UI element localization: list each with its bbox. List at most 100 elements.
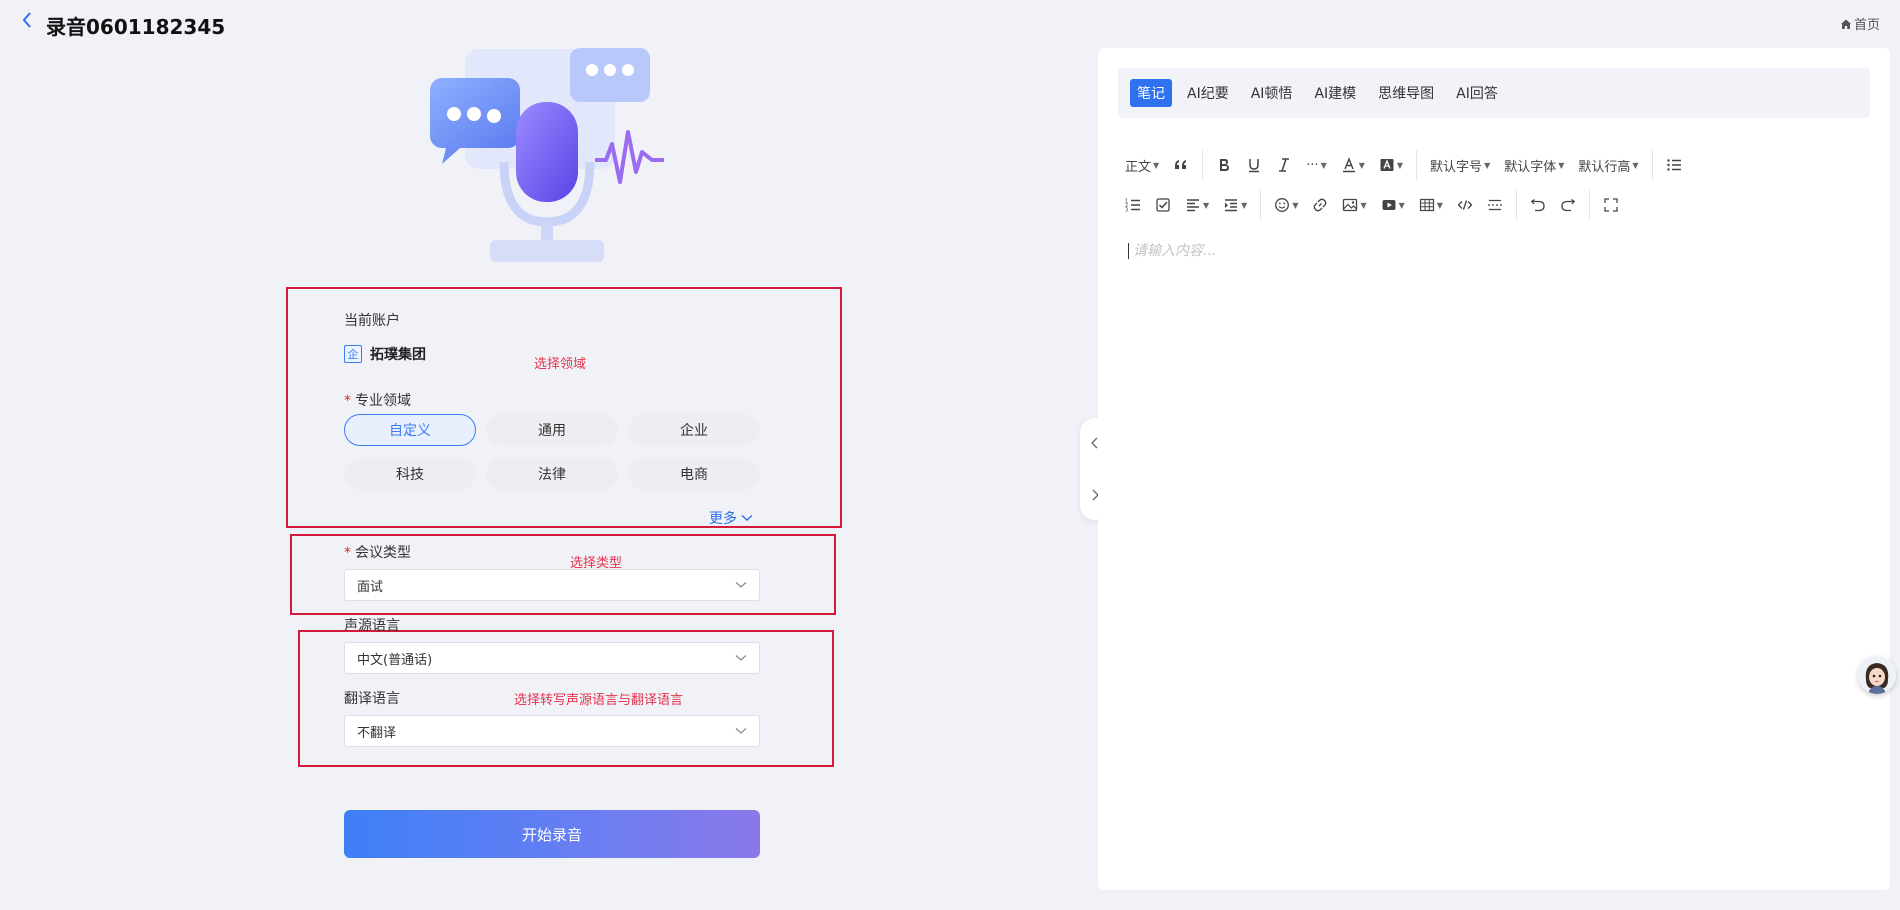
image-dropdown[interactable]: ▼ (1335, 191, 1373, 219)
toolbar-divider (1260, 190, 1262, 220)
tab-mind-map[interactable]: 思维导图 (1371, 79, 1441, 107)
video-icon (1382, 200, 1396, 210)
divider-button[interactable] (1480, 191, 1510, 219)
translate-lang-select[interactable]: 不翻译 (344, 715, 760, 747)
editor-content-area[interactable]: 请输入内容... (1128, 240, 1868, 860)
svg-text:3: 3 (1125, 208, 1128, 214)
numbered-list-button[interactable]: 123 (1118, 191, 1148, 219)
fullscreen-button[interactable] (1596, 191, 1626, 219)
toolbar-divider (1651, 150, 1653, 180)
font-color-icon (1342, 157, 1355, 173)
background-color-icon (1380, 159, 1394, 171)
italic-button[interactable] (1269, 151, 1299, 179)
domain-option-ecommerce[interactable]: 电商 (628, 458, 760, 490)
undo-button[interactable] (1523, 191, 1553, 219)
video-dropdown[interactable]: ▼ (1374, 191, 1412, 219)
chevron-down-icon (735, 655, 747, 661)
tab-notes[interactable]: 笔记 (1130, 79, 1172, 107)
caret-icon: ▼ (1398, 200, 1405, 210)
domain-options: 自定义 通用 企业 科技 法律 电商 (344, 414, 760, 490)
account-name: 拓璞集团 (370, 347, 426, 363)
align-left-icon (1187, 199, 1199, 212)
horizontal-rule-icon (1487, 199, 1502, 211)
todo-list-button[interactable] (1148, 191, 1178, 219)
chevron-down-icon (735, 582, 747, 588)
annotation-label-lang: 选择转写声源语言与翻译语言 (514, 693, 684, 708)
caret-icon: ▼ (1396, 160, 1404, 170)
undo-icon (1530, 198, 1545, 212)
domain-label: * 专业领域 (344, 390, 411, 410)
paragraph-style-label: 正文 (1125, 159, 1152, 175)
tab-ai-insight[interactable]: AI顿悟 (1244, 79, 1300, 107)
home-icon (1840, 19, 1851, 29)
toolbar-divider (1588, 190, 1590, 220)
domain-option-general[interactable]: 通用 (486, 414, 618, 446)
account-label: 当前账户 (344, 313, 400, 329)
caret-icon: ▼ (1320, 160, 1327, 170)
bullet-list-icon (1666, 159, 1681, 171)
caret-icon: ▼ (1436, 200, 1443, 210)
indent-dropdown[interactable]: ▼ (1216, 191, 1254, 219)
font-size-label: 默认字号 (1430, 159, 1483, 175)
source-lang-select[interactable]: 中文(普通话) (344, 642, 760, 674)
paragraph-style-dropdown[interactable]: 正文 ▼ (1118, 151, 1166, 179)
align-dropdown[interactable]: ▼ (1178, 191, 1216, 219)
domain-option-law[interactable]: 法律 (486, 458, 618, 490)
account-display: 企 拓璞集团 (344, 344, 426, 364)
line-height-label: 默认行高 (1578, 159, 1631, 175)
back-arrow-icon[interactable] (20, 10, 34, 30)
required-mark: * (344, 545, 351, 561)
more-label: 更多 (709, 511, 737, 527)
fullscreen-icon (1604, 198, 1618, 212)
image-icon (1343, 198, 1358, 212)
caret-icon: ▼ (1203, 200, 1210, 210)
table-dropdown[interactable]: ▼ (1412, 191, 1450, 219)
caret-icon: ▼ (1360, 200, 1367, 210)
more-format-dropdown[interactable]: ··· ▼ (1299, 151, 1334, 179)
font-family-label: 默认字体 (1504, 159, 1557, 175)
source-lang-label: 声源语言 (344, 618, 400, 634)
italic-icon (1279, 158, 1290, 172)
enterprise-icon: 企 (344, 345, 362, 363)
assistant-avatar[interactable] (1858, 656, 1896, 694)
domain-option-enterprise[interactable]: 企业 (628, 414, 760, 446)
editor-panel: 笔记 AI纪要 AI顿悟 AI建模 思维导图 AI回答 正文 ▼ ··· ▼ ▼ ▼… (1098, 48, 1890, 890)
bold-button[interactable] (1209, 151, 1239, 179)
code-button[interactable] (1450, 191, 1480, 219)
translate-lang-label: 翻译语言 (344, 691, 400, 707)
caret-icon: ▼ (1558, 160, 1565, 170)
line-height-dropdown[interactable]: 默认行高 ▼ (1571, 151, 1645, 179)
caret-icon: ▼ (1358, 160, 1365, 170)
start-recording-button[interactable]: 开始录音 (344, 810, 760, 858)
editor-tabs: 笔记 AI纪要 AI顿悟 AI建模 思维导图 AI回答 (1118, 68, 1870, 118)
link-button[interactable] (1305, 191, 1335, 219)
tab-ai-minutes[interactable]: AI纪要 (1180, 79, 1236, 107)
link-icon (1314, 198, 1327, 212)
font-family-dropdown[interactable]: 默认字体 ▼ (1497, 151, 1571, 179)
meeting-type-label-text: 会议类型 (355, 545, 411, 561)
source-lang-value: 中文(普通话) (357, 652, 433, 668)
meeting-type-select[interactable]: 面试 (344, 569, 760, 601)
font-size-dropdown[interactable]: 默认字号 ▼ (1423, 151, 1497, 179)
underline-button[interactable] (1239, 151, 1269, 179)
emoji-dropdown[interactable]: ▼ (1267, 191, 1305, 219)
caret-icon: ▼ (1484, 160, 1491, 170)
tab-ai-answer[interactable]: AI回答 (1449, 79, 1505, 107)
domain-option-tech[interactable]: 科技 (344, 458, 476, 490)
domain-option-custom[interactable]: 自定义 (344, 414, 476, 446)
caret-icon: ▼ (1241, 200, 1248, 210)
header: 录音0601182345 首页 (0, 0, 1900, 48)
quote-button[interactable] (1166, 151, 1196, 179)
bg-color-dropdown[interactable]: ▼ (1372, 151, 1410, 179)
bullet-list-button[interactable] (1659, 151, 1689, 179)
home-link[interactable]: 首页 (1840, 14, 1880, 33)
microphone-illustration (430, 48, 664, 262)
assistant-avatar-icon (1858, 656, 1896, 694)
font-color-dropdown[interactable]: ▼ (1334, 151, 1372, 179)
meeting-type-label: * 会议类型 (344, 542, 411, 562)
tab-ai-modeling[interactable]: AI建模 (1307, 79, 1363, 107)
more-domains-link[interactable]: 更多 (709, 508, 753, 528)
caret-icon: ▼ (1292, 200, 1299, 210)
underline-icon (1249, 159, 1260, 173)
redo-button[interactable] (1553, 191, 1583, 219)
